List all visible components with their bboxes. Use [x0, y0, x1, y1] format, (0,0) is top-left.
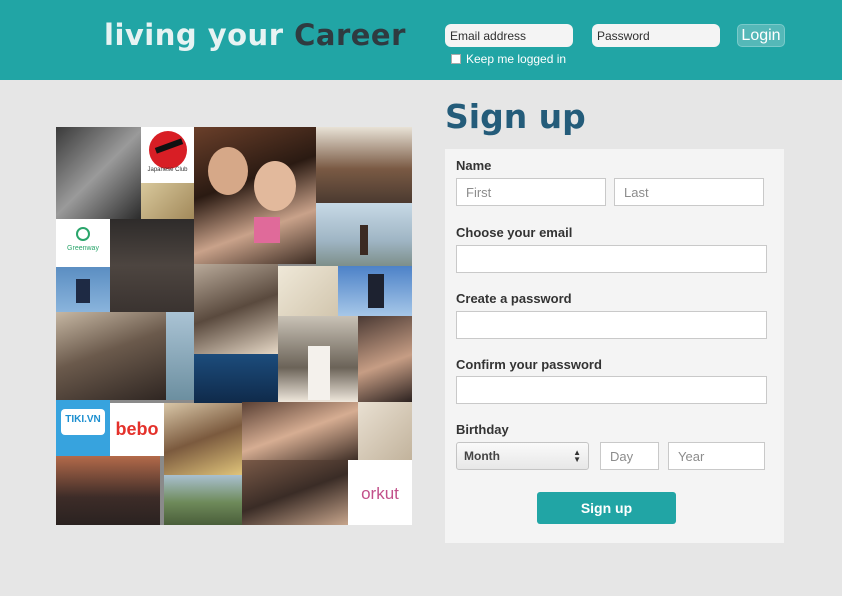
- photo-seaside: [166, 312, 194, 400]
- photo-wedding-pose: [278, 316, 358, 402]
- photo-group-blue: [194, 354, 278, 403]
- signup-title: Sign up: [445, 97, 586, 136]
- top-header: living your Career Login Keep me logged …: [0, 0, 842, 80]
- person-silhouette: [368, 274, 384, 308]
- logo-orkut: orkut: [348, 460, 412, 525]
- birthday-day-input[interactable]: [600, 442, 659, 470]
- tiki-text: TIKI.VN: [65, 414, 101, 425]
- photo-collage: Japanese Club Greenway TIKI.VN bebo orku…: [56, 127, 412, 525]
- person-silhouette: [360, 225, 368, 255]
- email-label: Choose your email: [456, 225, 573, 240]
- month-select-value: Month: [464, 449, 500, 463]
- orkut-text: orkut: [361, 484, 399, 503]
- photo-group-indoor-3: [242, 460, 348, 525]
- site-logo[interactable]: living your Career: [104, 18, 406, 52]
- birthday-month-select[interactable]: Month ▲ ▼: [456, 442, 589, 470]
- logo-japanese-club: Japanese Club: [141, 127, 194, 219]
- photo-note-paper: [141, 183, 194, 219]
- logo-text-career: Career: [294, 18, 406, 52]
- card-shape: [254, 217, 280, 243]
- photo-handwritten-note: [278, 266, 338, 316]
- photo-group-outdoor: [164, 475, 242, 525]
- birthday-year-input[interactable]: [668, 442, 765, 470]
- photo-beach-person: [316, 203, 412, 266]
- japanese-club-text: Japanese Club: [147, 167, 188, 173]
- first-name-input[interactable]: [456, 178, 606, 206]
- photo-sky-person-2: [338, 266, 412, 316]
- confirm-password-label: Confirm your password: [456, 357, 602, 372]
- keep-logged-in-row[interactable]: Keep me logged in: [451, 52, 566, 66]
- login-password-input[interactable]: [592, 24, 720, 47]
- person-silhouette: [76, 279, 90, 303]
- keep-logged-in-checkbox[interactable]: [451, 54, 461, 64]
- photo-hands-bw: [56, 127, 141, 219]
- photo-two-friends-selfie: [194, 127, 316, 264]
- photo-group-indoor-2: [56, 312, 166, 400]
- photo-friends-closeup: [242, 402, 358, 460]
- bebo-text: bebo: [115, 419, 159, 439]
- logo-greenway: Greenway: [56, 219, 110, 267]
- email-input[interactable]: [456, 245, 767, 273]
- face-shape-1: [208, 147, 248, 195]
- birthday-label: Birthday: [456, 422, 509, 437]
- password-input[interactable]: [456, 311, 767, 339]
- name-label: Name: [456, 158, 492, 173]
- photo-group-indoor-1: [316, 127, 412, 203]
- dress-shape: [308, 346, 330, 400]
- login-email-input[interactable]: [445, 24, 573, 47]
- password-label: Create a password: [456, 291, 572, 306]
- logo-tiki: TIKI.VN: [56, 400, 110, 456]
- photo-girl-posing: [194, 264, 278, 354]
- signup-form: Name Choose your email Create a password…: [445, 149, 784, 543]
- logo-bebo: bebo: [110, 403, 164, 456]
- up-down-arrows-icon: ▲ ▼: [573, 448, 581, 464]
- photo-food-table: [164, 403, 242, 475]
- login-button[interactable]: Login: [737, 24, 785, 47]
- greenway-text: Greenway: [67, 245, 99, 252]
- signup-submit-button[interactable]: Sign up: [537, 492, 676, 524]
- photo-selfie-group: [358, 316, 412, 402]
- logo-text-living-your: living your: [104, 18, 284, 52]
- photo-notes-wall: [358, 402, 412, 460]
- photo-group-dark: [110, 219, 194, 312]
- face-shape-2: [254, 161, 296, 211]
- keep-logged-in-label: Keep me logged in: [466, 52, 567, 66]
- photo-sky-person: [56, 267, 110, 312]
- photo-group-red-wall: [56, 456, 160, 525]
- greenway-leaf-icon: [76, 227, 90, 241]
- confirm-password-input[interactable]: [456, 376, 767, 404]
- last-name-input[interactable]: [614, 178, 764, 206]
